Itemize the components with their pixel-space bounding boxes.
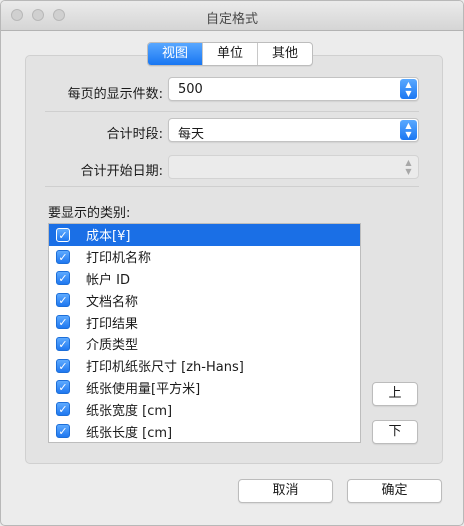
tab-units[interactable]: 单位 bbox=[203, 43, 259, 65]
checkbox[interactable]: ✓ bbox=[56, 424, 70, 439]
list-item[interactable]: ✓ 帐户 ID bbox=[49, 268, 360, 290]
period-value: 每天 bbox=[178, 127, 205, 142]
cancel-button[interactable]: 取消 bbox=[238, 479, 333, 503]
list-item-label: 打印机名称 bbox=[86, 251, 152, 267]
updown-chevron-icon: ▲ ▼ bbox=[405, 158, 412, 176]
list-item[interactable]: ✓ 介质类型 bbox=[49, 333, 360, 355]
per-page-value: 500 bbox=[178, 82, 203, 97]
per-page-select[interactable]: 500 ▲ ▼ bbox=[168, 77, 419, 101]
start-date-row: 合计开始日期: bbox=[1, 156, 163, 180]
list-item[interactable]: ✓ 打印机名称 bbox=[49, 246, 360, 268]
tab-bar: 视图 单位 其他 bbox=[147, 42, 314, 66]
updown-chevron-icon: ▲ ▼ bbox=[400, 120, 417, 140]
list-item[interactable]: ✓ 成本[¥] bbox=[49, 224, 360, 246]
per-page-row: 每页的显示件数: bbox=[1, 79, 163, 103]
list-item[interactable]: ✓ 打印结果 bbox=[49, 311, 360, 333]
list-item-label: 纸张宽度 [cm] bbox=[86, 403, 173, 419]
checkbox[interactable]: ✓ bbox=[56, 315, 70, 330]
start-date-label: 合计开始日期: bbox=[80, 164, 163, 179]
checkbox[interactable]: ✓ bbox=[56, 402, 70, 417]
list-item-label: 文档名称 bbox=[86, 294, 139, 310]
custom-format-dialog: 自定格式 视图 单位 其他 每页的显示件数: 500 ▲ ▼ 合计时段: 每天 ▲… bbox=[0, 0, 464, 526]
checkbox[interactable]: ✓ bbox=[56, 380, 70, 395]
list-item[interactable]: ✓ 纸张使用量[平方米] bbox=[49, 377, 360, 399]
list-item[interactable]: ✓ 文档名称 bbox=[49, 289, 360, 311]
checkbox[interactable]: ✓ bbox=[56, 271, 70, 286]
list-item-label: 纸张长度 [cm] bbox=[86, 425, 173, 441]
checkbox[interactable]: ✓ bbox=[56, 249, 70, 264]
period-row: 合计时段: bbox=[1, 119, 163, 143]
tab-view[interactable]: 视图 bbox=[148, 43, 204, 65]
divider bbox=[45, 111, 419, 112]
list-item-label: 打印结果 bbox=[86, 316, 139, 332]
list-item-label: 帐户 ID bbox=[86, 272, 130, 288]
list-item[interactable]: ✓ 打印机纸张尺寸 [zh-Hans] bbox=[49, 355, 360, 377]
categories-list[interactable]: ✓ 成本[¥] ✓ 打印机名称 ✓ 帐户 ID ✓ 文档名称 ✓ 打印结果 ✓ … bbox=[48, 223, 361, 443]
period-select[interactable]: 每天 ▲ ▼ bbox=[168, 118, 419, 142]
list-item-label: 介质类型 bbox=[86, 338, 139, 354]
list-item[interactable]: ✓ 纸张宽度 [cm] bbox=[49, 398, 360, 420]
period-label: 合计时段: bbox=[106, 127, 163, 142]
per-page-label: 每页的显示件数: bbox=[67, 87, 163, 102]
list-item-label: 纸张使用量[平方米] bbox=[86, 381, 201, 397]
categories-label: 要显示的类别: bbox=[48, 206, 131, 221]
move-down-button[interactable]: 下 bbox=[372, 420, 418, 444]
ok-button[interactable]: 确定 bbox=[347, 479, 442, 503]
start-date-select[interactable]: ▲ ▼ bbox=[168, 155, 419, 179]
tab-other[interactable]: 其他 bbox=[258, 43, 312, 65]
move-up-button[interactable]: 上 bbox=[372, 382, 418, 406]
list-item-label: 打印机纸张尺寸 [zh-Hans] bbox=[86, 360, 244, 376]
title-bar: 自定格式 bbox=[1, 1, 463, 31]
checkbox[interactable]: ✓ bbox=[56, 336, 70, 351]
checkbox[interactable]: ✓ bbox=[56, 293, 70, 308]
list-item-label: 成本[¥] bbox=[86, 229, 131, 245]
updown-chevron-icon: ▲ ▼ bbox=[400, 79, 417, 99]
checkbox[interactable]: ✓ bbox=[56, 358, 70, 373]
window-title: 自定格式 bbox=[205, 12, 258, 27]
checkbox[interactable]: ✓ bbox=[56, 227, 70, 242]
list-item[interactable]: ✓ 纸张长度 [cm] bbox=[49, 420, 360, 442]
divider bbox=[45, 186, 419, 187]
